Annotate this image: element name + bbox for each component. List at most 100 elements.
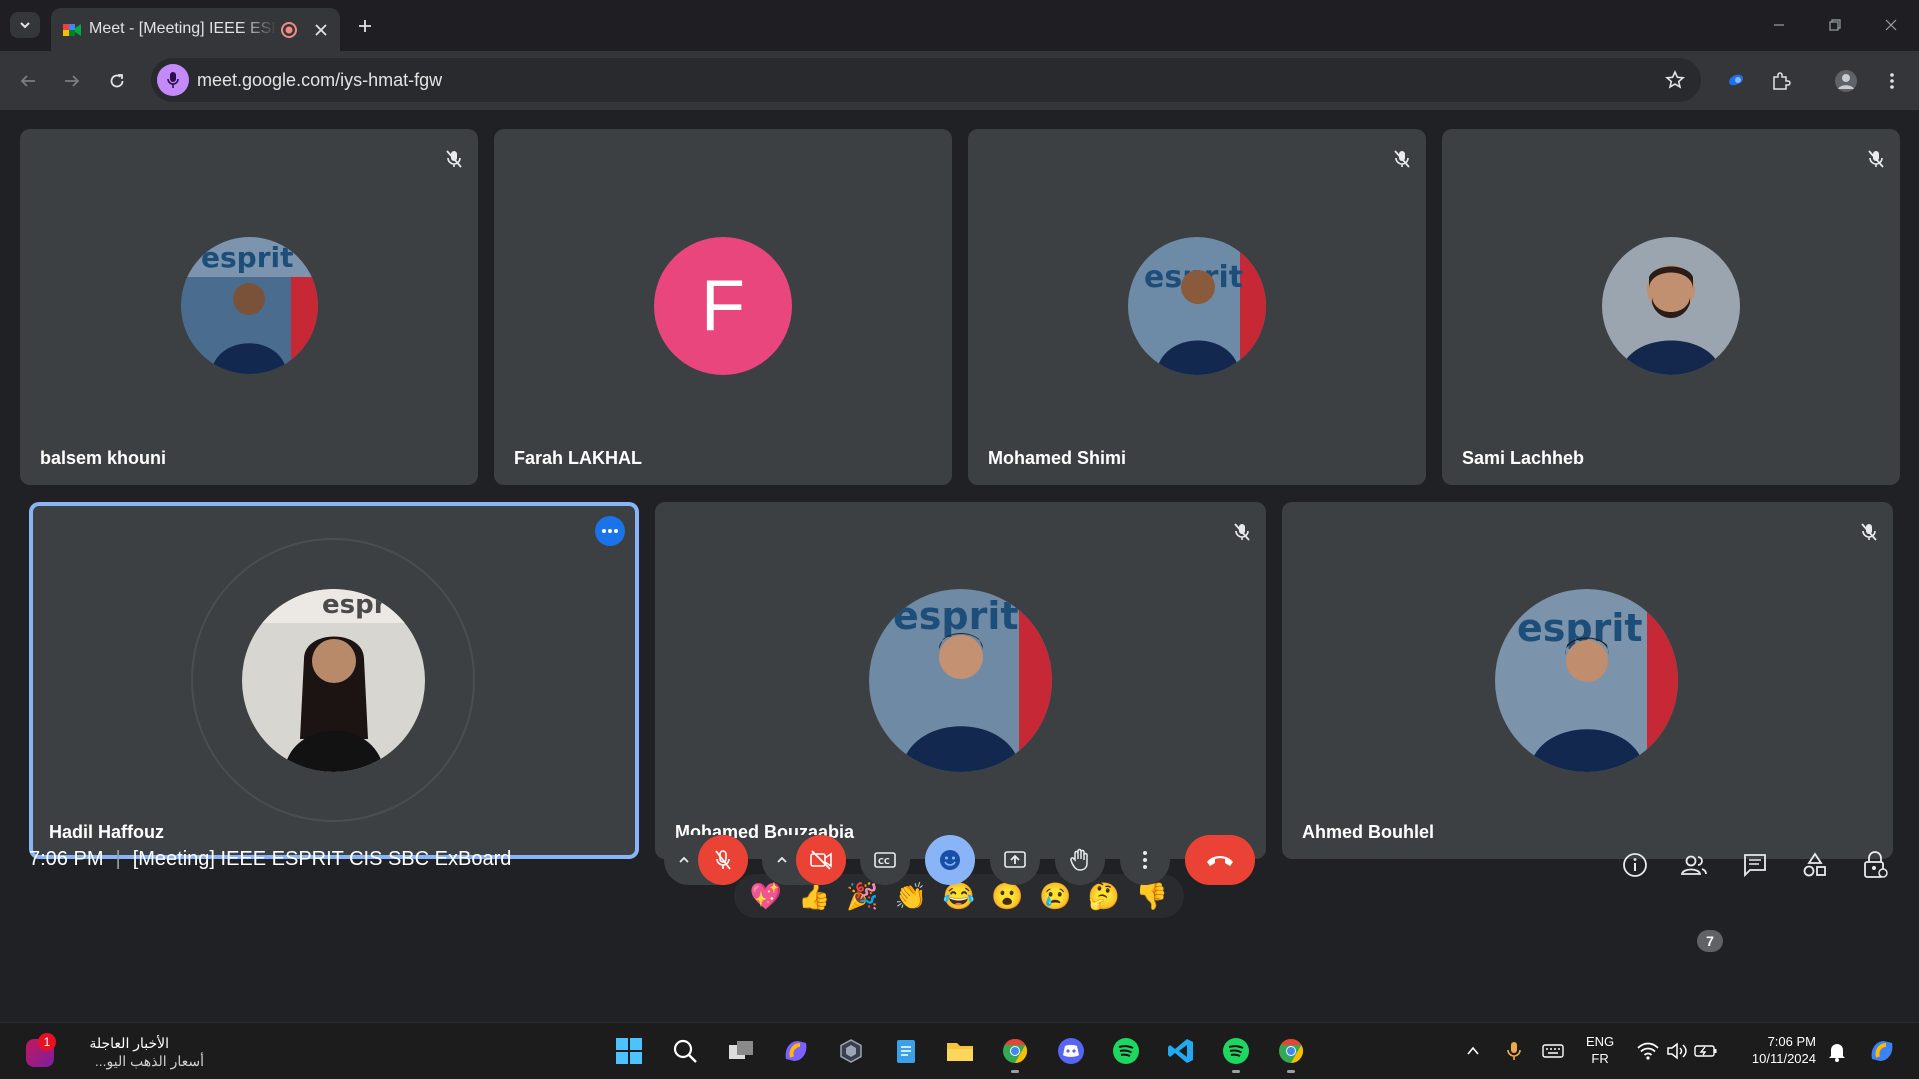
reaction-thumbs-down-button[interactable]: 👎 [1132,883,1172,909]
avatar-initial-letter: F [701,266,745,346]
reaction-sad-button[interactable]: 😢 [1035,883,1075,909]
microphone-tray-button[interactable] [1502,1039,1526,1063]
site-info-button[interactable] [157,64,189,96]
chrome-app-2[interactable] [1271,1031,1311,1073]
reaction-thumbs-up-button[interactable]: 👍 [794,883,834,909]
reload-button[interactable] [101,65,133,97]
vscode-app[interactable] [1161,1031,1201,1071]
taskbar-search-button[interactable] [665,1031,705,1071]
show-hidden-icons-button[interactable] [1461,1039,1485,1063]
participant-tile[interactable]: esprit Mohamed Shimi [968,129,1426,485]
app-hexagon[interactable] [831,1031,871,1071]
meeting-time: 7:06 PM [29,848,104,870]
captions-button[interactable]: CC [860,835,910,885]
participant-tile[interactable]: esprit Ahmed Bouhlel [1282,502,1893,859]
battery-tray-button[interactable] [1694,1039,1718,1063]
extension-button[interactable] [1720,65,1752,97]
reaction-party-button[interactable]: 🎉 [843,883,883,909]
reaction-thinking-button[interactable]: 🤔 [1084,883,1124,909]
minimize-icon [1774,24,1784,26]
extensions-menu-button[interactable] [1765,65,1797,97]
volume-tray-button[interactable] [1665,1039,1689,1063]
reaction-heart-button[interactable]: 💖 [746,883,786,909]
profile-button[interactable] [1830,65,1862,97]
start-button[interactable] [609,1031,649,1071]
reaction-clap-button[interactable]: 👏 [891,883,931,909]
copilot-icon [1871,1041,1893,1061]
browser-tab-meet[interactable]: Meet - [Meeting] IEEE ESPRIT CIS SBC ExB… [51,8,340,51]
present-screen-button[interactable] [990,835,1040,885]
news-headline: الأخبار العاجلة [89,1035,169,1051]
minimize-button[interactable] [1766,13,1792,37]
participant-tile[interactable]: Sami Lachheb [1442,129,1900,485]
notepad-app[interactable] [886,1031,926,1071]
chat-button[interactable] [1738,848,1772,882]
leave-call-button[interactable] [1185,835,1255,885]
close-window-button[interactable] [1878,13,1904,37]
activities-button[interactable] [1798,848,1832,882]
copilot-tray-button[interactable] [1866,1039,1898,1063]
forward-button[interactable] [56,65,88,97]
wifi-icon [1637,1042,1659,1060]
people-button[interactable] [1677,848,1711,882]
meeting-separator: | [115,848,121,870]
closed-captions-icon: CC [874,852,896,868]
back-button[interactable] [12,65,44,97]
new-tab-button[interactable] [352,13,378,39]
microphone-toggle-button[interactable] [698,835,748,885]
camera-toggle-button[interactable] [796,835,846,885]
mic-off-icon [1228,518,1256,546]
plus-icon [359,20,371,32]
keyboard-icon [1542,1044,1564,1058]
emoji-icon [940,850,960,870]
video-settings-button[interactable] [770,848,794,872]
audio-settings-button[interactable] [672,848,696,872]
more-options-button[interactable] [1120,835,1170,885]
hexagon-app-icon [840,1039,862,1063]
arrow-left-icon [20,75,35,87]
avatar: espr [242,589,425,772]
chrome-app-1[interactable] [995,1031,1035,1073]
participant-tile-active-speaker[interactable]: espr Hadil Haffouz [29,502,639,859]
mic-off-icon [1388,145,1416,173]
participant-tile[interactable]: esprit balsem khouni [20,129,478,485]
spotify-app-1[interactable] [1106,1031,1146,1071]
shapes-icon [1803,852,1826,877]
task-view-button[interactable] [721,1031,761,1071]
participant-tile[interactable]: esprit Mohamed Bouzaabia [655,502,1266,859]
news-widget[interactable]: 1 الأخبار العاجلة أسعار الذهب اليو... [22,1033,204,1071]
svg-text:CC: CC [878,857,890,866]
keyboard-tray-button[interactable] [1541,1039,1565,1063]
meeting-details-button[interactable] [1618,848,1652,882]
system-clock[interactable]: 7:06 PM 10/11/2024 [1734,1033,1816,1067]
tab-close-button[interactable] [311,20,331,40]
address-bar[interactable]: meet.google.com/iys-hmat-fgw [151,58,1701,102]
tile-more-options-button[interactable] [595,516,625,546]
avatar: esprit [1495,589,1678,772]
copilot-app[interactable] [776,1031,816,1071]
reaction-surprised-button[interactable]: 😮 [987,883,1027,909]
notifications-button[interactable] [1825,1039,1849,1063]
lock-person-icon [1864,851,1888,878]
host-controls-button[interactable] [1858,848,1892,882]
lang-secondary: FR [1591,1051,1609,1066]
reactions-button[interactable] [925,835,975,885]
reaction-laugh-button[interactable]: 😂 [939,883,979,909]
file-explorer-app[interactable] [940,1031,980,1071]
bookmark-button[interactable] [1663,68,1687,92]
running-indicator [1232,1070,1240,1073]
browser-menu-button[interactable] [1876,65,1908,97]
participant-tile[interactable]: F Farah LAKHAL [494,129,952,485]
spotify-app-2[interactable] [1216,1031,1256,1073]
wifi-tray-button[interactable] [1636,1039,1660,1063]
participant-name: Hadil Haffouz [49,822,164,842]
tab-search-button[interactable] [10,12,40,38]
arrow-right-icon [65,75,80,87]
restore-button[interactable] [1822,13,1848,37]
input-language-indicator[interactable]: ENG FR [1586,1033,1614,1067]
url-text[interactable]: meet.google.com/iys-hmat-fgw [197,70,442,91]
mic-off-icon [440,145,468,173]
meeting-details: 7:06 PM | [Meeting] IEEE ESPRIT CIS SBC Ex… [29,848,511,871]
discord-app[interactable] [1051,1031,1091,1071]
raise-hand-button[interactable] [1055,835,1105,885]
